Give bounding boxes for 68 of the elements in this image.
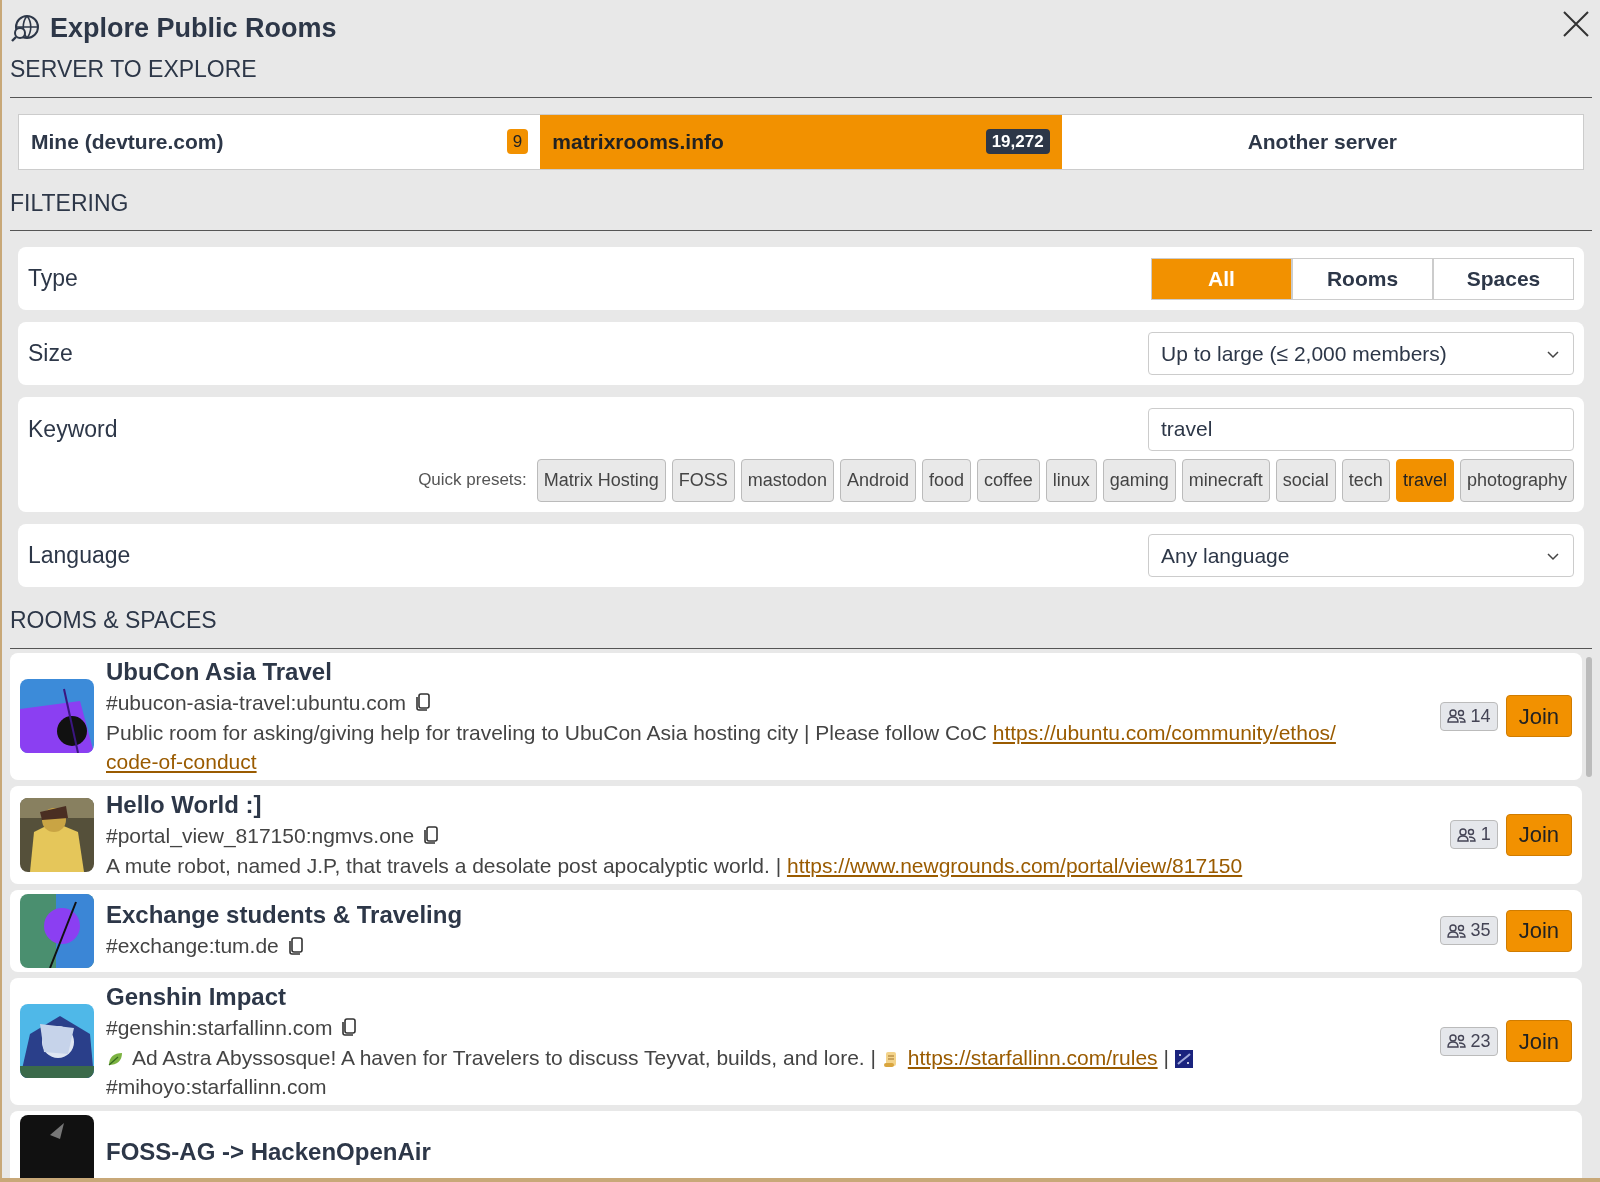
preset-chip[interactable]: minecraft [1181, 458, 1270, 502]
preset-chip[interactable]: coffee [977, 458, 1040, 502]
room-alias: #genshin:starfallinn.com [106, 1014, 333, 1041]
preset-chip[interactable]: photography [1459, 458, 1574, 502]
member-count: 1 [1449, 820, 1498, 849]
keyword-field[interactable]: travel [1148, 407, 1574, 451]
copy-icon[interactable] [286, 935, 305, 956]
room-alias: #portal_view_817150:ngmvs.one [106, 822, 415, 850]
preset-chip[interactable]: tech [1341, 458, 1390, 502]
filter-label: Type [28, 264, 78, 294]
server-option[interactable]: matrixrooms.info 19,272 [540, 114, 1062, 169]
section-heading: SERVER TO EXPLORE [10, 55, 258, 84]
room-alias: #ubucon-asia-travel:ubuntu.com [106, 689, 406, 716]
preset-chip[interactable]: mastodon [740, 458, 834, 502]
description-link[interactable]: https://www.newgrounds.com/portal/view/817150 [786, 853, 1243, 877]
preset-chip[interactable]: Matrix Hosting [536, 458, 666, 502]
room-alias: #exchange:tum.de [106, 933, 279, 959]
room-name: Genshin Impact [106, 981, 288, 1012]
filter-label: Size [28, 339, 73, 369]
room-description: | [1163, 1045, 1170, 1069]
people-icon [1446, 708, 1467, 724]
room-name: UbuCon Asia Travel [106, 656, 333, 687]
count-badge: 9 [506, 128, 529, 155]
dialog-title: Explore Public Rooms [50, 11, 337, 45]
preset-chip[interactable]: FOSS [671, 458, 735, 502]
preset-chip[interactable]: social [1275, 458, 1336, 502]
presets-label: Quick presets: [418, 469, 527, 492]
galaxy-icon [1174, 1049, 1193, 1068]
scrollbar[interactable] [1586, 656, 1592, 777]
description-link[interactable]: code-of-conduct [106, 749, 257, 773]
room-description: #mihoyo:starfallinn.com [106, 1074, 327, 1098]
room-description: A mute robot, named J.P, that travels a desolate post apocalyptic world. | [106, 853, 783, 877]
join-button[interactable]: Join [1505, 1020, 1572, 1062]
filter-label: Language [28, 541, 131, 571]
size-dropdown[interactable]: Up to large (≤ 2,000 members) [1148, 332, 1574, 375]
room-name: FOSS-AG -> HackenOpenAir [106, 1136, 432, 1167]
join-button[interactable]: Join [1505, 695, 1572, 737]
description-link[interactable]: https://starfallinn.com/rules [907, 1045, 1158, 1069]
room-description: Ad Astra Abyssosque! A haven for Travelers to discuss Teyvat, builds, and lore. | [132, 1045, 877, 1069]
copy-icon[interactable] [340, 1017, 359, 1037]
close-icon [1561, 9, 1591, 39]
member-count: 14 [1439, 701, 1498, 731]
room-description: Public room for asking/giving help for traveling to UbuCon Asia hosting city | Please follow CoC [106, 720, 988, 744]
globe-search-icon [10, 12, 42, 44]
filter-label: Keyword [28, 414, 118, 444]
preset-chip[interactable]: linux [1045, 458, 1097, 502]
type-tab[interactable]: Rooms [1292, 257, 1433, 300]
copy-icon[interactable] [422, 825, 441, 845]
join-button[interactable]: Join [1505, 909, 1572, 952]
people-icon [1446, 922, 1467, 939]
count-badge: 19,272 [985, 128, 1050, 155]
preset-chip[interactable]: food [921, 458, 971, 502]
copy-icon[interactable] [414, 692, 432, 712]
member-count: 35 [1439, 916, 1498, 945]
description-link[interactable]: https://ubuntu.com/community/ethos/ [992, 720, 1336, 744]
room-name: Hello World :] [106, 789, 263, 820]
section-heading: FILTERING [10, 188, 130, 218]
language-dropdown[interactable]: Any language [1148, 534, 1574, 577]
people-icon [1446, 1033, 1467, 1049]
section-heading: ROOMS & SPACES [10, 606, 218, 635]
room-name: Exchange students & Traveling [106, 900, 464, 930]
type-tab[interactable]: Spaces [1433, 257, 1574, 300]
people-icon [1456, 826, 1477, 843]
member-count: 23 [1439, 1026, 1498, 1056]
preset-chip[interactable]: Android [839, 458, 916, 502]
preset-chip[interactable]: travel [1395, 458, 1454, 502]
preset-chip[interactable]: gaming [1102, 458, 1176, 502]
join-button[interactable]: Join [1505, 813, 1572, 856]
